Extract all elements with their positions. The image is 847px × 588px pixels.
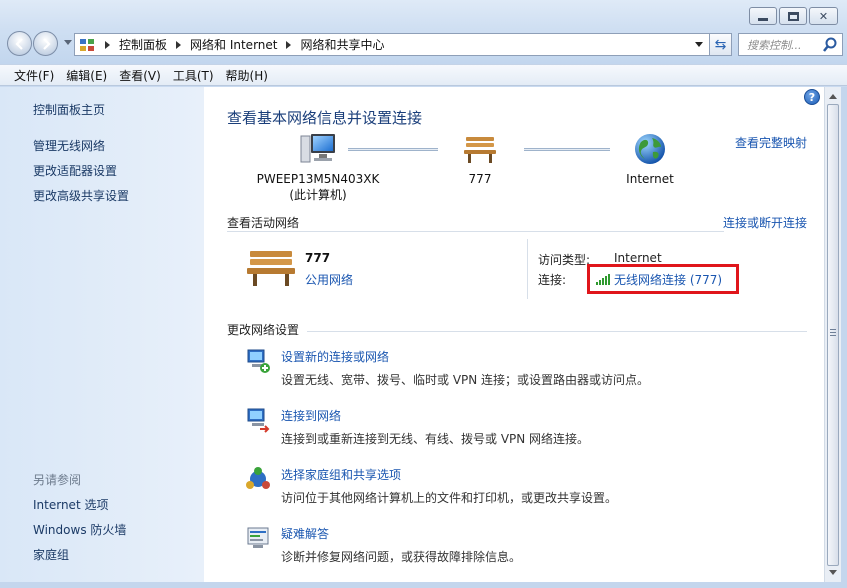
back-button[interactable] bbox=[7, 31, 32, 56]
forward-button[interactable] bbox=[33, 31, 58, 56]
task-title[interactable]: 选择家庭组和共享选项 bbox=[281, 466, 401, 483]
homegroup-icon bbox=[246, 467, 270, 489]
troubleshoot-icon bbox=[247, 527, 269, 548]
maximize-button[interactable] bbox=[779, 7, 807, 25]
help-icon[interactable]: ? bbox=[804, 89, 820, 105]
scrollbar-thumb[interactable] bbox=[827, 104, 839, 566]
map-node-computer[interactable]: PWEEP13M5N403XK (此计算机) bbox=[244, 132, 392, 203]
breadcrumb-separator-icon bbox=[105, 40, 110, 49]
breadcrumb-sharing-center[interactable]: 网络和共享中心 bbox=[300, 36, 384, 53]
breadcrumb-control-panel[interactable]: 控制面板 bbox=[119, 36, 167, 53]
active-networks-heading: 查看活动网络 bbox=[227, 216, 300, 230]
connect-network-icon bbox=[247, 408, 270, 433]
computer-name: PWEEP13M5N403XK bbox=[256, 172, 380, 186]
breadcrumb-separator-icon bbox=[176, 40, 182, 49]
sidebar-item-adapter-settings[interactable]: 更改适配器设置 bbox=[33, 162, 117, 179]
highlight-box bbox=[587, 264, 739, 294]
map-node-internet[interactable]: Internet bbox=[614, 132, 686, 187]
computer-icon bbox=[300, 134, 335, 163]
task-description: 访问位于其他网络计算机上的文件和打印机，或更改共享设置。 bbox=[281, 491, 618, 505]
sidebar-item-advanced-sharing[interactable]: 更改高级共享设置 bbox=[33, 187, 129, 204]
search-input[interactable]: 搜索控制... bbox=[739, 37, 821, 53]
title-bar: ✕ 控制面板 网络和 Internet 网络和共享中心 ⇆ 搜索控制... bbox=[0, 0, 847, 64]
window-border bbox=[841, 87, 847, 582]
window-border bbox=[0, 582, 847, 588]
task-title[interactable]: 连接到网络 bbox=[281, 407, 341, 424]
vertical-scrollbar[interactable] bbox=[824, 87, 841, 582]
close-icon: ✕ bbox=[818, 9, 829, 23]
sidebar-item-control-panel-home[interactable]: 控制面板主页 bbox=[33, 101, 105, 118]
active-network-name: 777 bbox=[305, 251, 331, 265]
access-type-value: Internet bbox=[614, 251, 662, 265]
section-divider bbox=[307, 331, 807, 332]
internet-label: Internet bbox=[626, 172, 674, 186]
public-network-bench-icon bbox=[247, 251, 295, 286]
sidebar-item-internet-options[interactable]: Internet 选项 bbox=[33, 496, 108, 513]
menu-help[interactable]: 帮助(H) bbox=[220, 67, 274, 84]
network-name-map: 777 bbox=[468, 172, 492, 186]
map-connector-line bbox=[524, 148, 610, 151]
access-type-label: 访问类型: bbox=[538, 253, 591, 267]
minimize-button[interactable] bbox=[749, 7, 777, 25]
task-title[interactable]: 疑难解答 bbox=[281, 525, 329, 542]
full-map-link[interactable]: 查看完整映射 bbox=[735, 134, 807, 151]
task-title[interactable]: 设置新的连接或网络 bbox=[281, 348, 389, 365]
grip-icon bbox=[830, 329, 836, 336]
map-node-network[interactable]: 777 bbox=[450, 132, 510, 187]
main-content: ? 查看基本网络信息并设置连接 查看完整映射 PWEEP13M5N403XK (… bbox=[204, 87, 824, 582]
connect-disconnect-link[interactable]: 连接或断开连接 bbox=[723, 214, 807, 231]
menu-view[interactable]: 查看(V) bbox=[113, 67, 167, 84]
menu-tools[interactable]: 工具(T) bbox=[167, 67, 220, 84]
forward-arrow-icon bbox=[43, 38, 51, 50]
menu-file[interactable]: 文件(F) bbox=[8, 67, 60, 84]
vertical-divider bbox=[527, 239, 528, 299]
connection-label: 连接: bbox=[538, 273, 567, 287]
address-dropdown-icon[interactable] bbox=[695, 42, 703, 47]
section-divider bbox=[227, 231, 724, 232]
search-box[interactable]: 搜索控制... bbox=[738, 33, 843, 56]
task-description: 诊断并修复网络问题，或获得故障排除信息。 bbox=[281, 550, 522, 564]
breadcrumb-network-internet[interactable]: 网络和 Internet bbox=[190, 36, 277, 53]
sidebar-item-windows-firewall[interactable]: Windows 防火墙 bbox=[33, 521, 126, 538]
task-description: 连接到或重新连接到无线、有线、拨号或 VPN 网络连接。 bbox=[281, 432, 590, 446]
page-title: 查看基本网络信息并设置连接 bbox=[227, 109, 423, 127]
bench-icon bbox=[464, 137, 496, 163]
menu-bar: 文件(F) 编辑(E) 查看(V) 工具(T) 帮助(H) bbox=[0, 64, 847, 86]
window-controls: ✕ bbox=[747, 7, 838, 25]
refresh-icon: ⇆ bbox=[714, 36, 727, 53]
globe-icon bbox=[635, 134, 665, 164]
menu-edit[interactable]: 编辑(E) bbox=[60, 67, 113, 84]
maximize-icon bbox=[787, 11, 799, 21]
sidebar-item-manage-wireless[interactable]: 管理无线网络 bbox=[33, 137, 105, 154]
breadcrumb: 控制面板 网络和 Internet 网络和共享中心 bbox=[102, 34, 391, 55]
address-bar[interactable]: 控制面板 网络和 Internet 网络和共享中心 bbox=[74, 33, 710, 56]
change-settings-heading: 更改网络设置 bbox=[227, 323, 300, 337]
new-connection-icon bbox=[247, 349, 270, 373]
search-icon[interactable] bbox=[821, 36, 839, 54]
see-also-heading: 另请参阅 bbox=[33, 473, 82, 487]
sidebar-item-homegroup[interactable]: 家庭组 bbox=[33, 546, 69, 563]
navigation-bar: 控制面板 网络和 Internet 网络和共享中心 ⇆ 搜索控制... bbox=[4, 30, 843, 58]
scroll-down-icon[interactable] bbox=[829, 570, 837, 575]
minimize-icon bbox=[758, 17, 768, 21]
network-type-link[interactable]: 公用网络 bbox=[305, 271, 353, 288]
map-connector-line bbox=[348, 148, 438, 151]
recent-pages-dropdown[interactable] bbox=[64, 40, 72, 45]
refresh-button[interactable]: ⇆ bbox=[710, 33, 732, 56]
task-description: 设置无线、宽带、拨号、临时或 VPN 连接；或设置路由器或访问点。 bbox=[281, 373, 650, 387]
back-arrow-icon bbox=[15, 38, 23, 50]
close-button[interactable]: ✕ bbox=[809, 7, 838, 25]
breadcrumb-separator-icon bbox=[286, 40, 292, 49]
scroll-up-icon[interactable] bbox=[829, 94, 837, 99]
sidebar: 控制面板主页 管理无线网络 更改适配器设置 更改高级共享设置 另请参阅 Inte… bbox=[0, 87, 204, 582]
computer-sublabel: (此计算机) bbox=[289, 188, 347, 202]
control-panel-icon bbox=[80, 38, 94, 51]
